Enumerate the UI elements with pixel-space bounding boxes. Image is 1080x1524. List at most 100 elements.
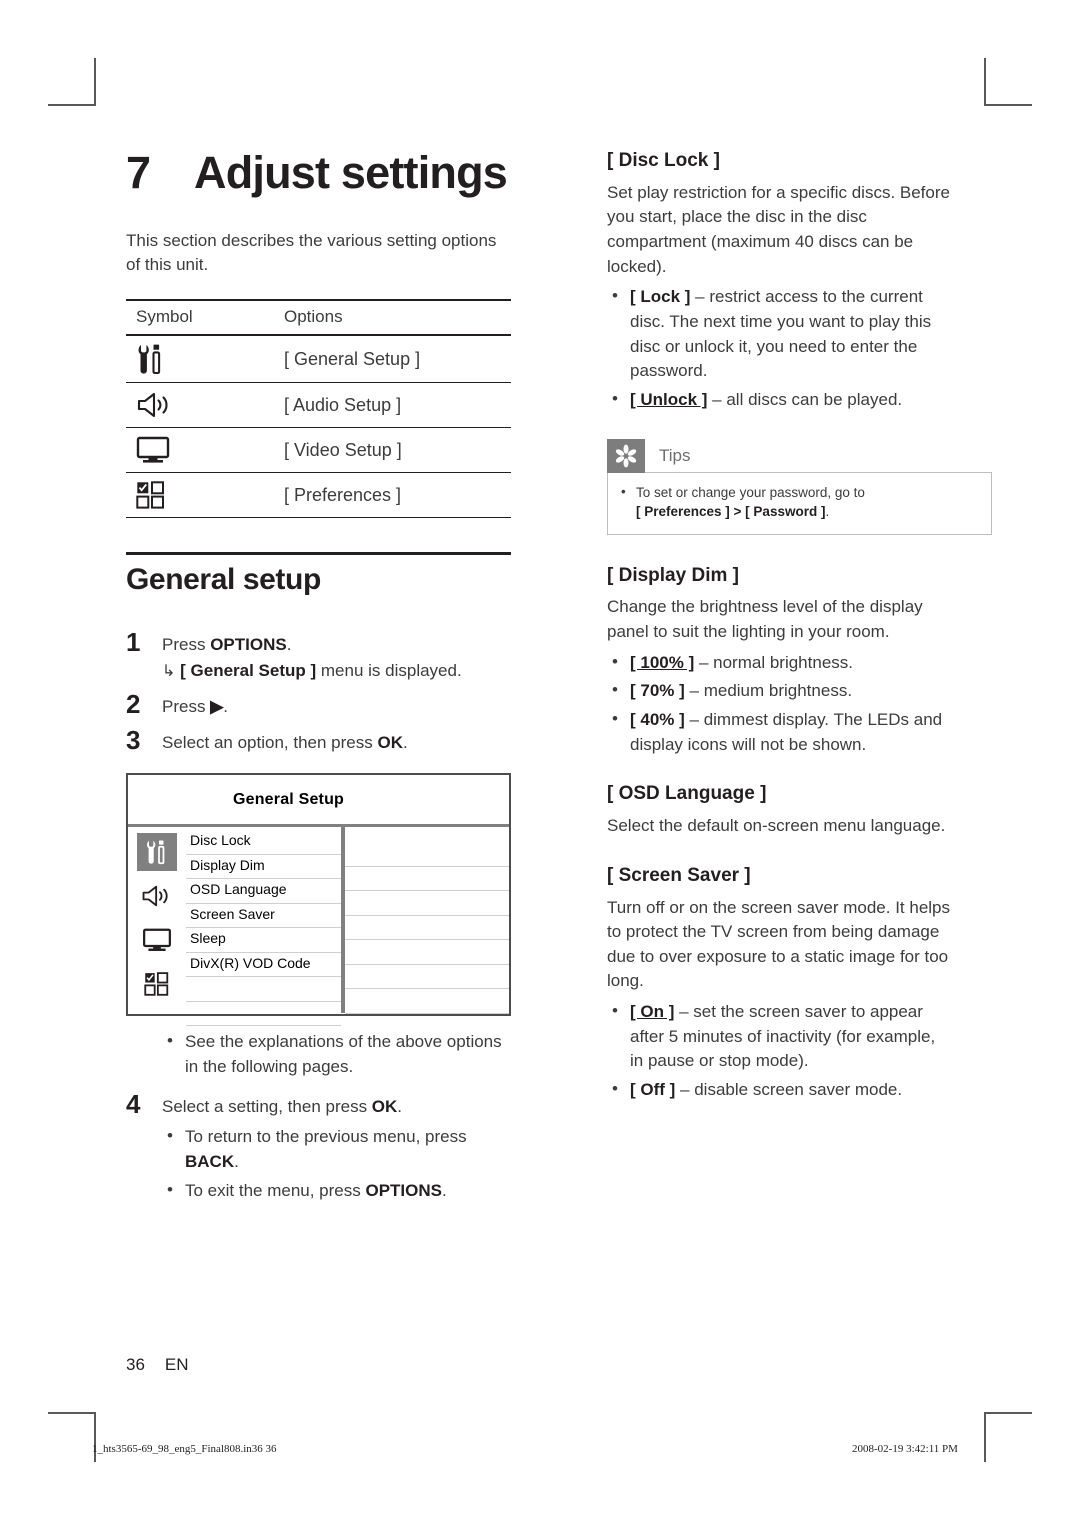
- step-text-after: .: [402, 732, 408, 752]
- right-arrow-key-icon: ▶: [210, 697, 224, 717]
- osd-item-osd-language[interactable]: OSD Language: [186, 879, 341, 904]
- step-1: 1 Press OPTIONS. ↳ [ General Setup ] men…: [126, 628, 511, 684]
- step-number: 1: [126, 626, 141, 657]
- list-item: [ On ] – set the screen saver to appear …: [607, 999, 952, 1074]
- osd-icon-rail: [128, 827, 186, 1013]
- osd-item-disc-lock[interactable]: Disc Lock: [186, 830, 341, 855]
- step-result: ↳ [ General Setup ] menu is displayed.: [162, 659, 462, 684]
- manual-page: 7 Adjust settings This section describes…: [0, 0, 1080, 1524]
- option-label-40: [ 40% ]: [630, 710, 685, 730]
- osd-item-list: Disc Lock Display Dim OSD Language Scree…: [186, 827, 341, 1027]
- print-filename: 1_hts3565-69_98_eng5_Final808.in36 36: [92, 1443, 277, 1455]
- bullet-text-post: .: [442, 1180, 447, 1200]
- osd-menu-screenshot: General Setup Disc Lock Display Dim OSD …: [126, 773, 511, 1027]
- osd-value-row: [345, 867, 509, 892]
- paragraph: Turn off or on the screen saver mode. It…: [607, 897, 951, 991]
- osd-menu-title: General Setup: [128, 775, 509, 828]
- step-4-bullets: To return to the previous menu, press BA…: [162, 1124, 511, 1204]
- heading-screen-saver: [ Screen Saver ]: [607, 864, 751, 886]
- page-footer: 36 EN: [126, 1355, 189, 1375]
- option-label-on: [ On ]: [630, 1002, 675, 1022]
- key-label: OK: [377, 732, 403, 752]
- key-label: OK: [371, 1096, 398, 1116]
- table-row: [ Video Setup ]: [126, 427, 511, 474]
- heading-osd-language: [ OSD Language ]: [607, 783, 767, 805]
- monitor-video-icon: [136, 436, 170, 464]
- display-dim-options: [ 100% ] – normal brightness. [ 70% ] – …: [607, 650, 952, 758]
- section-osd-language: [ OSD Language ] Select the default on-s…: [607, 783, 952, 838]
- menu-name: [ General Setup ]: [180, 661, 317, 681]
- paragraph: Select the default on-screen menu langua…: [607, 816, 946, 836]
- list-item: See the explanations of the above option…: [162, 1029, 511, 1079]
- step-number: 4: [126, 1088, 141, 1119]
- option-description: – medium brightness.: [684, 681, 853, 701]
- osd-rail-item-preferences[interactable]: [137, 965, 177, 1003]
- osd-rail-item-general-setup[interactable]: [137, 833, 177, 872]
- cell-symbol: [126, 427, 274, 474]
- osd-value-row: [345, 842, 509, 867]
- step-text: Press ▶.: [162, 690, 228, 720]
- bullet-text-post: .: [234, 1151, 239, 1171]
- osd-menu-body: Disc Lock Display Dim OSD Language Scree…: [128, 827, 509, 1027]
- osd-value-row: [345, 965, 509, 990]
- option-description: – disable screen saver mode.: [675, 1080, 903, 1100]
- step-text: Select a setting, then press OK. To retu…: [162, 1090, 511, 1208]
- osd-item-sleep[interactable]: Sleep: [186, 928, 341, 953]
- chapter-heading: 7 Adjust settings: [126, 150, 511, 195]
- arrow-hook-icon: ↳: [162, 663, 176, 681]
- bullet-text-pre: To return to the previous menu, press: [185, 1127, 467, 1147]
- osd-item-divx-vod-code[interactable]: DivX(R) VOD Code: [186, 953, 341, 978]
- list-item: To set or change your password, go to [ …: [618, 482, 979, 522]
- step-result-rest: menu is displayed.: [316, 661, 462, 681]
- osd-rail-item-audio-setup[interactable]: [137, 877, 177, 915]
- asterisk-tip-icon: [607, 438, 645, 473]
- osd-rail-item-video-setup[interactable]: [137, 921, 177, 959]
- section-screen-saver: [ Screen Saver ] Turn off or on the scre…: [607, 865, 952, 1103]
- list-item: To exit the menu, press OPTIONS.: [162, 1178, 511, 1204]
- heading-display-dim: [ Display Dim ]: [607, 564, 739, 586]
- table-header-row: Symbol Options: [126, 299, 511, 337]
- option-label-unlock: [ Unlock ]: [630, 389, 708, 409]
- osd-item-empty: [186, 977, 341, 1002]
- table-row: [ Preferences ]: [126, 472, 511, 519]
- osd-value-row: [345, 940, 509, 965]
- tips-header: Tips: [607, 438, 992, 473]
- step-text-before: Press: [162, 697, 211, 717]
- section-heading-general-setup: General setup: [126, 563, 321, 597]
- language-code: EN: [164, 1355, 189, 1374]
- list-item: [ 100% ] – normal brightness.: [607, 650, 952, 676]
- heading-disc-lock: [ Disc Lock ]: [607, 150, 720, 171]
- chapter-number: 7: [126, 147, 151, 198]
- list-item: [ Off ] – disable screen saver mode.: [607, 1077, 952, 1103]
- step-text: Select an option, then press OK.: [162, 726, 408, 756]
- monitor-video-icon: [142, 928, 172, 952]
- option-label-lock: [ Lock ]: [630, 287, 691, 307]
- list-item: [ Unlock ] – all discs can be played.: [607, 387, 952, 413]
- step-3: 3 Select an option, then press OK.: [126, 726, 511, 756]
- step-text-after: .: [397, 1096, 403, 1116]
- paragraph: Change the brightness level of the displ…: [607, 597, 923, 642]
- section-disc-lock: [ Disc Lock ] Set play restriction for a…: [607, 150, 952, 413]
- key-label: OPTIONS: [210, 634, 287, 654]
- page-number: 36: [126, 1355, 145, 1374]
- list-item: [ Lock ] – restrict access to the curren…: [607, 284, 952, 384]
- step-number: 3: [126, 724, 141, 755]
- list-item: [ 70% ] – medium brightness.: [607, 678, 952, 704]
- section-divider: [126, 552, 511, 556]
- key-label: BACK: [185, 1151, 235, 1171]
- chapter-intro: This section describes the various setti…: [126, 231, 497, 275]
- step-2: 2 Press ▶.: [126, 690, 511, 720]
- option-label-70: [ 70% ]: [630, 681, 685, 701]
- option-description: – set the screen saver to appear after 5…: [630, 1002, 936, 1071]
- osd-item-screen-saver[interactable]: Screen Saver: [186, 904, 341, 929]
- post-menu-notes: See the explanations of the above option…: [162, 1029, 511, 1079]
- section-display-dim: [ Display Dim ] Change the brightness le…: [607, 565, 952, 758]
- tools-wrench-screwdriver-icon: [136, 343, 166, 375]
- paragraph: Set play restriction for a specific disc…: [607, 182, 950, 276]
- osd-item-display-dim[interactable]: Display Dim: [186, 855, 341, 880]
- left-column: 7 Adjust settings This section describes…: [126, 150, 511, 1213]
- checkbox-grid-preferences-icon: [144, 972, 170, 997]
- cell-symbol: [126, 382, 274, 429]
- step-number: 2: [126, 689, 141, 720]
- tips-callout: Tips To set or change your password, go …: [607, 438, 992, 535]
